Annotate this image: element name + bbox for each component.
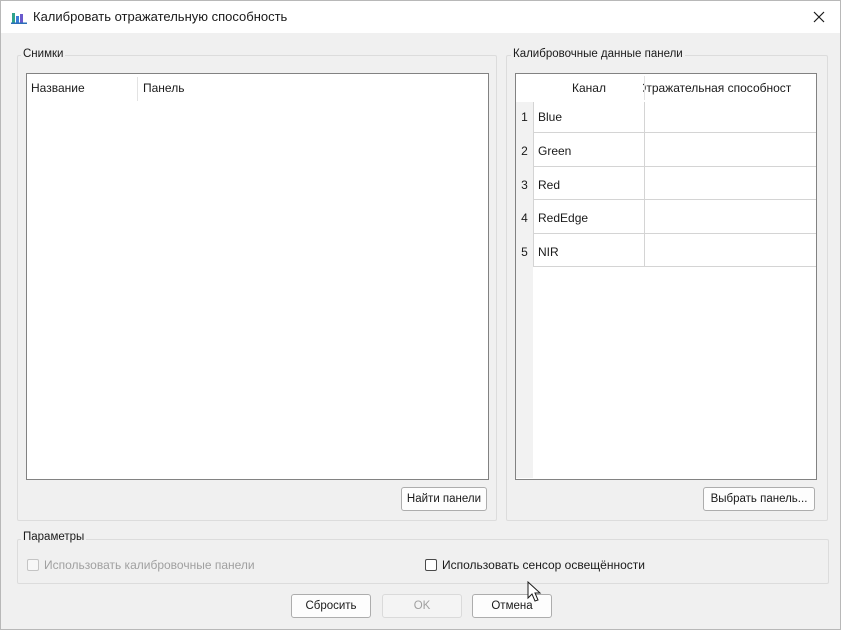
row-number: 3	[521, 178, 528, 192]
channel-cell[interactable]: NIR	[538, 245, 559, 259]
use-calibration-panels-checkbox[interactable]	[27, 559, 39, 571]
panel-calibration-group-label: Калибровочные данные панели	[511, 48, 685, 60]
channel-cell[interactable]: Blue	[538, 110, 562, 124]
channel-cell[interactable]: Green	[538, 144, 571, 158]
close-button[interactable]	[804, 4, 834, 30]
close-icon	[813, 11, 825, 23]
column-header-panel[interactable]: Панель	[139, 74, 279, 102]
channel-cell[interactable]: Red	[538, 178, 560, 192]
use-light-sensor-checkbox[interactable]	[425, 559, 437, 571]
column-header-reflectance[interactable]: Отражательная способност	[643, 81, 816, 95]
header-separator	[644, 76, 645, 100]
column-header-channel[interactable]: Канал	[534, 81, 644, 95]
calibrate-reflectance-dialog: Калибровать отражательную способность Сн…	[0, 0, 841, 630]
use-calibration-panels-label: Использовать калибровочные панели	[44, 558, 255, 572]
find-panels-button[interactable]: Найти панели	[401, 487, 487, 511]
grid-line	[533, 132, 816, 133]
row-number: 4	[521, 211, 528, 225]
reset-button[interactable]: Сбросить	[291, 594, 371, 618]
grid-line	[533, 102, 534, 266]
row-header-column	[516, 102, 533, 478]
grid-line	[533, 199, 816, 200]
row-number: 1	[521, 110, 528, 124]
mouse-pointer-icon	[527, 581, 542, 602]
panel-calibration-table[interactable]: Канал Отражательная способност 1 Blue 2 …	[515, 73, 817, 480]
title-bar: Калибровать отражательную способность	[1, 1, 840, 33]
select-panel-button[interactable]: Выбрать панель...	[703, 487, 815, 511]
grid-line	[533, 233, 816, 234]
row-number: 5	[521, 245, 528, 259]
images-list[interactable]: Название Панель	[26, 73, 489, 480]
ok-button[interactable]: OK	[382, 594, 462, 618]
grid-line	[644, 102, 645, 266]
reflectance-chart-icon	[11, 13, 27, 24]
images-group-label: Снимки	[21, 48, 66, 60]
channel-cell[interactable]: RedEdge	[538, 211, 588, 225]
column-header-name[interactable]: Название	[27, 74, 137, 102]
window-title: Калибровать отражательную способность	[33, 9, 288, 24]
use-light-sensor-label[interactable]: Использовать сенсор освещённости	[442, 558, 645, 572]
grid-line	[533, 266, 816, 267]
row-number: 2	[521, 144, 528, 158]
parameters-group-label: Параметры	[21, 531, 87, 543]
column-separator[interactable]	[137, 77, 138, 101]
grid-line	[533, 166, 816, 167]
